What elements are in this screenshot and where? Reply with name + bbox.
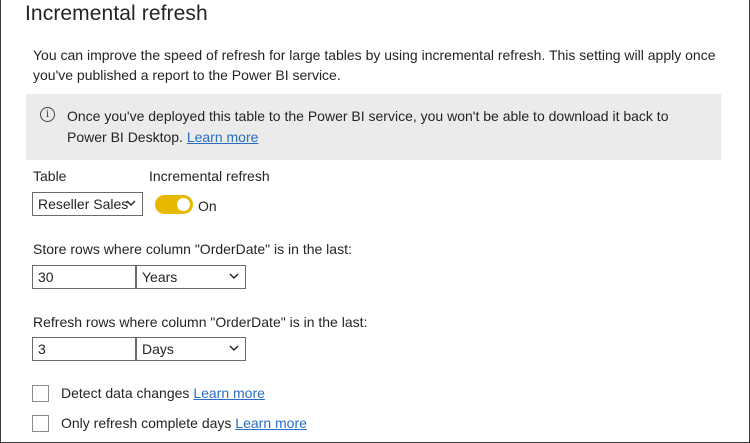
only-refresh-complete-days-option: Only refresh complete days Learn more (61, 415, 307, 431)
toggle-state-label: On (198, 198, 217, 214)
store-rows-unit-select[interactable]: Years (136, 265, 246, 289)
table-label: Table (33, 168, 67, 184)
banner-learn-more-link[interactable]: Learn more (187, 129, 259, 145)
refresh-rows-unit-select[interactable]: Days (136, 337, 246, 361)
detect-data-changes-label: Detect data changes (61, 385, 190, 401)
refresh-rows-unit-value: Days (142, 341, 174, 357)
store-rows-value-input[interactable]: 30 (32, 265, 136, 289)
banner-text-line2-label: Power BI Desktop. (67, 129, 183, 145)
panel-title: Incremental refresh (25, 2, 208, 25)
only-refresh-complete-days-label: Only refresh complete days (61, 415, 232, 431)
store-rows-unit-value: Years (142, 269, 178, 285)
chevron-down-icon (229, 345, 239, 351)
chevron-down-icon (126, 200, 136, 206)
refresh-rows-label: Refresh rows where column "OrderDate" is… (33, 314, 368, 330)
only-refresh-complete-days-checkbox[interactable] (32, 415, 49, 432)
detect-data-changes-option: Detect data changes Learn more (61, 385, 265, 401)
chevron-down-icon (229, 273, 239, 279)
incremental-refresh-toggle[interactable] (155, 195, 193, 214)
banner-text-line1: Once you've deployed this table to the P… (67, 108, 669, 124)
detect-data-changes-learn-more-link[interactable]: Learn more (193, 385, 265, 401)
toggle-knob (177, 198, 190, 211)
info-icon: i (40, 107, 55, 122)
banner-text-line2: Power BI Desktop. Learn more (67, 126, 258, 148)
only-refresh-complete-days-learn-more-link[interactable]: Learn more (235, 415, 307, 431)
incremental-refresh-label: Incremental refresh (149, 168, 270, 184)
table-select-value: Reseller Sales (38, 196, 129, 212)
detect-data-changes-checkbox[interactable] (32, 385, 49, 402)
info-banner: i Once you've deployed this table to the… (26, 94, 721, 160)
table-select[interactable]: Reseller Sales (32, 192, 143, 216)
incremental-refresh-panel: Incremental refresh You can improve the … (0, 0, 750, 443)
refresh-rows-value-input[interactable]: 3 (32, 337, 136, 361)
store-rows-label: Store rows where column "OrderDate" is i… (33, 241, 352, 257)
panel-description: You can improve the speed of refresh for… (33, 47, 716, 83)
